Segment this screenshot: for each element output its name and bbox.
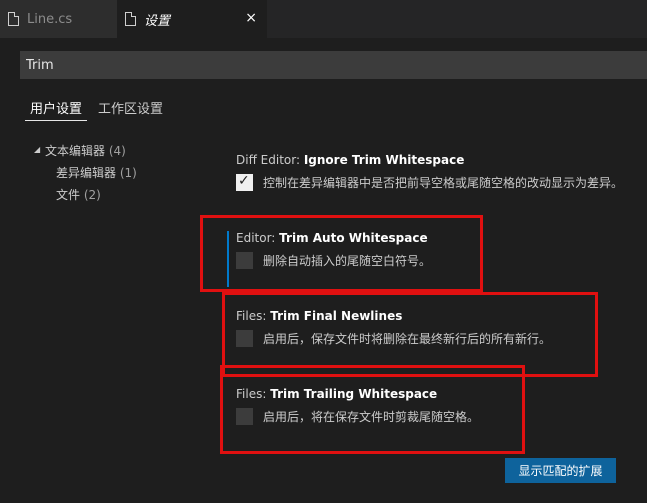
- setting-name: Trim Trailing Whitespace: [270, 387, 438, 401]
- close-icon[interactable]: ×: [245, 10, 257, 26]
- setting-description: 控制在差异编辑器中是否把前导空格或尾随空格的改动显示为差异。: [263, 176, 624, 190]
- ignore-trim-whitespace-checkbox[interactable]: ✓: [236, 173, 253, 191]
- tree-item-label: 文本编辑器: [45, 144, 106, 158]
- setting-name: Trim Auto Whitespace: [279, 231, 428, 245]
- trim-auto-whitespace-checkbox[interactable]: [236, 252, 253, 269]
- trim-trailing-whitespace-checkbox[interactable]: [236, 408, 253, 425]
- expand-arrow-icon[interactable]: ◢: [34, 145, 40, 154]
- tree-item-diff-editor[interactable]: 差异编辑器 (1): [56, 164, 137, 181]
- tree-item-label: 文件: [56, 188, 81, 202]
- setting-name: Trim Final Newlines: [270, 309, 403, 323]
- tree-item-count: (4): [108, 144, 126, 158]
- setting-title: Diff Editor: Ignore Trim Whitespace: [236, 153, 464, 167]
- active-tab-underline: [25, 120, 87, 121]
- tab-workspace-settings[interactable]: 工作区设置: [98, 98, 163, 117]
- focus-indicator: [227, 231, 229, 287]
- setting-category: Editor:: [236, 231, 280, 245]
- checkmark-icon: ✓: [238, 173, 250, 189]
- file-icon: [125, 12, 136, 26]
- setting-description: 删除自动插入的尾随空白符号。: [263, 254, 432, 268]
- settings-search-input[interactable]: [20, 51, 647, 79]
- setting-title: Files: Trim Final Newlines: [236, 309, 402, 323]
- tree-item-count: (2): [83, 188, 101, 202]
- setting-category: Files:: [236, 387, 271, 401]
- settings-search-box: [20, 51, 647, 79]
- tab-label: 设置: [144, 13, 171, 29]
- tab-line-cs[interactable]: Line.cs: [0, 0, 117, 38]
- tree-item-text-editor[interactable]: 文本编辑器 (4): [45, 142, 126, 159]
- tab-label: Line.cs: [27, 11, 73, 27]
- trim-final-newlines-checkbox[interactable]: [236, 330, 253, 347]
- setting-description: 启用后，保存文件时将删除在最终新行后的所有新行。: [263, 332, 552, 346]
- tab-settings[interactable]: 设置 ×: [117, 0, 267, 38]
- setting-name: Ignore Trim Whitespace: [303, 153, 465, 167]
- file-icon: [8, 12, 19, 26]
- setting-category: Diff Editor:: [236, 153, 304, 167]
- setting-category: Files:: [236, 309, 271, 323]
- show-matching-extensions-button[interactable]: 显示匹配的扩展: [505, 458, 616, 483]
- setting-title: Files: Trim Trailing Whitespace: [236, 387, 437, 401]
- tree-item-count: (1): [119, 166, 137, 180]
- tab-user-settings[interactable]: 用户设置: [30, 98, 82, 117]
- tree-item-files[interactable]: 文件 (2): [56, 186, 101, 203]
- editor-tab-bar: Line.cs 设置 ×: [0, 0, 647, 38]
- setting-description: 启用后，将在保存文件时剪裁尾随空格。: [263, 410, 480, 424]
- tree-item-label: 差异编辑器: [56, 166, 117, 180]
- setting-title: Editor: Trim Auto Whitespace: [236, 231, 428, 245]
